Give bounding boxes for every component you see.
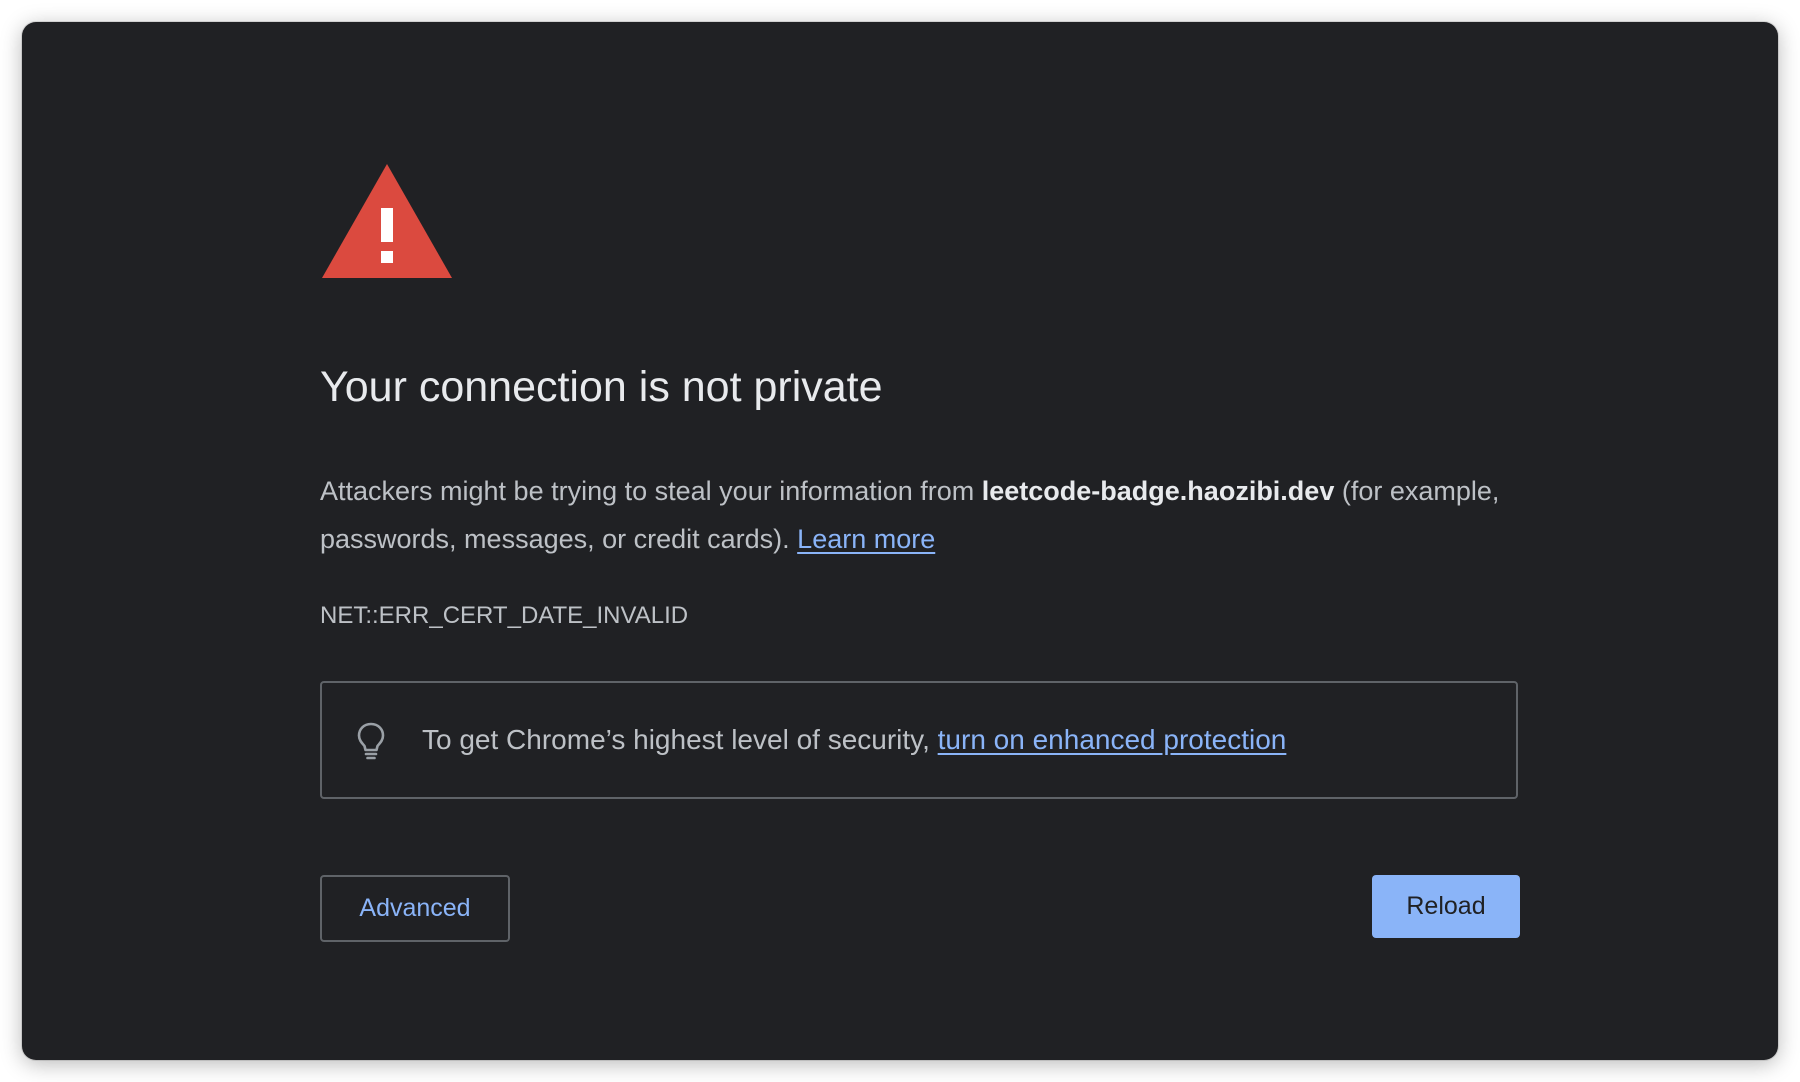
lightbulb-icon (357, 722, 385, 760)
interstitial-page: Your connection is not private Attackers… (22, 22, 1778, 1060)
page-title: Your connection is not private (320, 363, 883, 411)
enhanced-protection-promo: To get Chrome’s highest level of securit… (320, 681, 1518, 799)
error-code: NET::ERR_CERT_DATE_INVALID (320, 602, 689, 629)
warning-description: Attackers might be trying to steal your … (320, 467, 1550, 563)
warning-triangle-icon (322, 164, 452, 278)
site-hostname: leetcode-badge.haozibi.dev (981, 476, 1335, 506)
description-prefix: Attackers might be trying to steal your … (320, 476, 982, 506)
learn-more-link[interactable]: Learn more (797, 524, 935, 554)
advanced-button[interactable]: Advanced (320, 875, 510, 942)
promo-text: To get Chrome’s highest level of securit… (422, 724, 938, 755)
reload-button[interactable]: Reload (1372, 875, 1520, 938)
enhanced-protection-link[interactable]: turn on enhanced protection (938, 724, 1287, 755)
promo-message: To get Chrome’s highest level of securit… (422, 721, 1286, 759)
